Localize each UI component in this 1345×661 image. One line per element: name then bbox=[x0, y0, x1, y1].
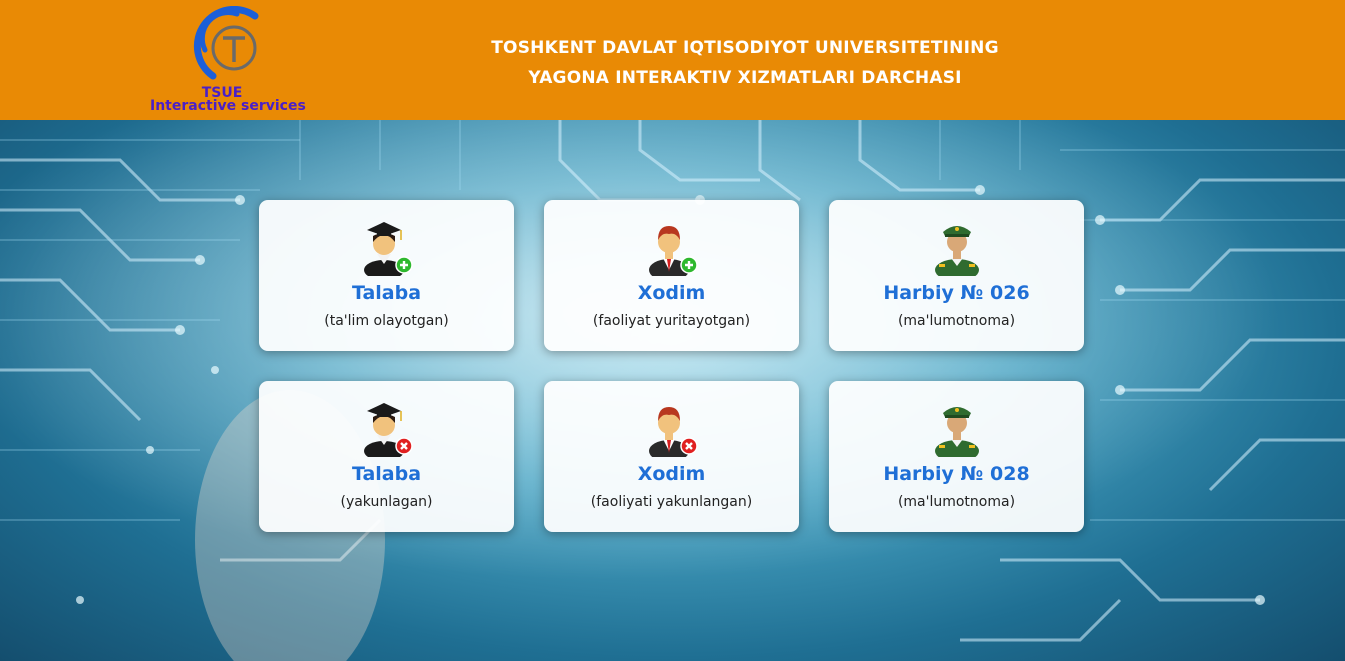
logo-subtitle: Interactive services bbox=[150, 98, 306, 114]
employee-remove-icon bbox=[649, 407, 698, 457]
military-officer-icon bbox=[935, 407, 979, 457]
card-xodim-former[interactable]: Xodim (faoliyati yakunlangan) bbox=[544, 381, 799, 532]
card-title: Harbiy № 028 bbox=[883, 463, 1030, 485]
card-harbiy-026[interactable]: Harbiy № 026 (ma'lumotnoma) bbox=[829, 200, 1084, 351]
card-subtitle: (faoliyati yakunlangan) bbox=[590, 494, 753, 510]
tsue-logo[interactable]: TSUE Interactive services bbox=[150, 6, 310, 114]
card-harbiy-028[interactable]: Harbiy № 028 (ma'lumotnoma) bbox=[829, 381, 1084, 532]
header-bar: TSUE Interactive services TOSHKENT DAVLA… bbox=[0, 0, 1345, 120]
page-title-line1: TOSHKENT DAVLAT IQTISODIYOT UNIVERSITETI… bbox=[491, 38, 999, 58]
card-title: Talaba bbox=[351, 463, 422, 485]
card-subtitle: (ma'lumotnoma) bbox=[897, 494, 1016, 510]
card-title: Harbiy № 026 bbox=[883, 282, 1030, 304]
graduate-remove-icon bbox=[364, 403, 413, 457]
card-talaba-graduated[interactable]: Talaba (yakunlagan) bbox=[259, 381, 514, 532]
card-subtitle: (yakunlagan) bbox=[340, 494, 433, 510]
graduate-add-icon bbox=[364, 222, 413, 276]
page-title: TOSHKENT DAVLAT IQTISODIYOT UNIVERSITETI… bbox=[440, 33, 1050, 93]
card-subtitle: (faoliyat yuritayotgan) bbox=[592, 313, 751, 329]
logo-emblem-icon bbox=[193, 6, 259, 80]
card-title: Xodim bbox=[637, 282, 706, 304]
card-subtitle: (ma'lumotnoma) bbox=[897, 313, 1016, 329]
card-talaba-active[interactable]: Talaba (ta'lim olayotgan) bbox=[259, 200, 514, 351]
employee-add-icon bbox=[649, 226, 698, 276]
card-subtitle: (ta'lim olayotgan) bbox=[324, 313, 449, 329]
card-title: Xodim bbox=[637, 463, 706, 485]
military-officer-icon bbox=[935, 226, 979, 276]
page-title-line2: YAGONA INTERAKTIV XIZMATLARI DARCHASI bbox=[528, 68, 962, 88]
card-title: Talaba bbox=[351, 282, 422, 304]
card-xodim-active[interactable]: Xodim (faoliyat yuritayotgan) bbox=[544, 200, 799, 351]
